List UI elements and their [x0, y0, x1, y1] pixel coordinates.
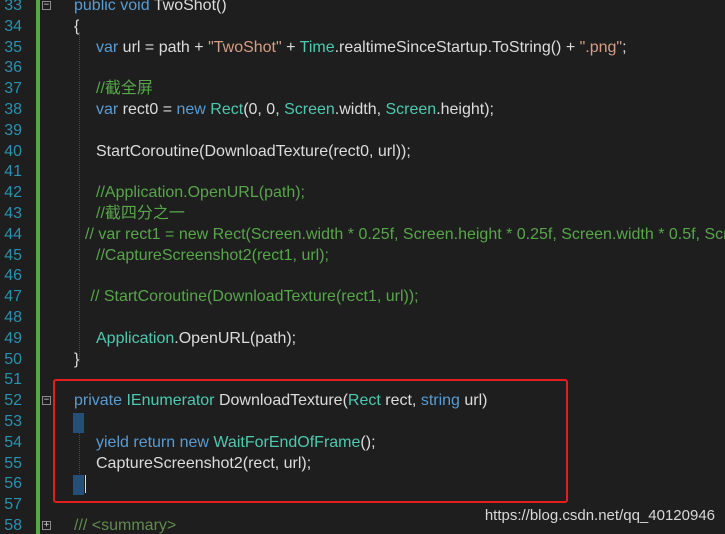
code-token: Rect [210, 101, 244, 118]
code-token: Screen [284, 101, 335, 118]
code-token: //Application.OpenURL(path); [96, 184, 305, 202]
code-text: //CaptureScreenshot2(rect1, url); [96, 246, 329, 267]
line-number: 38 [4, 101, 22, 118]
code-text: Application.OpenURL(path); [96, 329, 296, 350]
code-line[interactable]: 36 [0, 58, 725, 79]
code-token: new [176, 101, 211, 118]
code-token: rect0 = [122, 101, 177, 118]
line-number: 35 [4, 38, 22, 56]
code-token: .realtimeSinceStartup.ToString() + [334, 38, 580, 56]
line-number: 33 [4, 0, 22, 14]
line-number: 46 [4, 267, 22, 285]
code-line[interactable]: 50} [0, 350, 725, 371]
line-number: 47 [4, 288, 22, 306]
code-text: //截全屏 [96, 79, 153, 100]
code-token: "TwoShot" [208, 38, 282, 56]
code-token: /// <summary> [74, 517, 177, 534]
code-token: Screen [385, 101, 437, 118]
code-line[interactable]: 49 Application.OpenURL(path); [0, 329, 725, 350]
collapse-icon[interactable]: − [42, 396, 51, 406]
code-token: var [96, 101, 123, 118]
line-number: 40 [4, 142, 22, 160]
line-number: 44 [4, 225, 22, 243]
line-number: 43 [4, 205, 22, 222]
code-line[interactable]: 34{ [0, 17, 725, 38]
code-token: .height); [436, 101, 494, 118]
line-number: 49 [4, 329, 22, 347]
collapse-icon[interactable]: − [42, 1, 51, 10]
code-editor[interactable]: 33− public void TwoShot() 34{35 var url = p… [0, 0, 725, 534]
highlight-box [53, 379, 568, 503]
code-line[interactable]: 44 // var rect1 = new Rect(Screen.width *… [0, 225, 725, 246]
code-token: //截四分之一 [96, 205, 185, 222]
code-line[interactable]: 40 StartCoroutine(DownloadTexture(rect0, … [0, 142, 725, 163]
code-token: + [281, 38, 300, 56]
code-token: (0, 0, [243, 101, 285, 118]
code-line[interactable]: 37 //截全屏 [0, 79, 725, 100]
code-token: ".png" [579, 38, 623, 56]
code-token: void [120, 0, 154, 14]
line-number: 45 [4, 246, 22, 264]
watermark: https://blog.csdn.net/qq_40120946 [484, 507, 715, 524]
code-text: // StartCoroutine(DownloadTexture(rect1,… [91, 287, 419, 308]
line-number: 54 [4, 433, 22, 451]
code-token: StartCoroutine(DownloadTexture(rect0, ur… [96, 142, 411, 160]
line-number: 50 [4, 350, 22, 368]
code-line[interactable]: 47 // StartCoroutine(DownloadTexture(rect… [0, 287, 725, 308]
code-token: public [74, 0, 121, 14]
code-token: Time [299, 38, 335, 56]
line-number: 58 [4, 517, 22, 534]
code-line[interactable]: 38 var rect0 = new Rect(0, 0, Screen.widt… [0, 100, 725, 121]
code-token: .OpenURL(path); [174, 329, 297, 347]
code-text: /// <summary> [74, 516, 176, 534]
line-number: 36 [4, 59, 22, 77]
code-line[interactable]: 33 − public void TwoShot() [0, 0, 725, 17]
line-number: 52 [4, 392, 22, 410]
code-line[interactable]: 48 [0, 308, 725, 329]
line-number: 42 [4, 184, 22, 202]
code-text: public void TwoShot() [74, 0, 227, 17]
code-line[interactable]: 42 //Application.OpenURL(path); [0, 183, 725, 204]
line-number: 55 [4, 454, 22, 472]
code-line[interactable]: 35 var url = path + "TwoShot" + Time.real… [0, 38, 725, 59]
code-line[interactable]: 39 [0, 121, 725, 142]
code-line[interactable]: 46 [0, 266, 725, 287]
line-number: 34 [4, 17, 22, 35]
code-token: //截全屏 [96, 80, 153, 98]
code-token: ; [622, 38, 627, 56]
expand-icon[interactable]: + [42, 521, 51, 530]
code-token: // var rect1 = new Rect(Screen.width * 0… [85, 225, 725, 243]
code-token: Application [96, 329, 175, 347]
line-number: 48 [4, 309, 22, 326]
code-text: //Application.OpenURL(path); [96, 183, 305, 204]
line-number: 51 [4, 371, 22, 389]
code-token: var [96, 38, 123, 56]
code-text: StartCoroutine(DownloadTexture(rect0, ur… [96, 142, 411, 163]
line-number: 56 [4, 475, 22, 493]
code-token: // StartCoroutine(DownloadTexture(rect1,… [90, 288, 419, 306]
line-number: 39 [4, 121, 22, 139]
code-line[interactable]: 43 //截四分之一 [0, 204, 725, 225]
code-text: var url = path + "TwoShot" + Time.realti… [96, 38, 627, 59]
code-token: TwoShot() [153, 0, 227, 14]
code-line[interactable]: 41 [0, 162, 725, 183]
code-text: //截四分之一 [96, 204, 185, 225]
line-number: 41 [4, 163, 22, 181]
code-text: var rect0 = new Rect(0, 0, Screen.width,… [96, 100, 494, 121]
code-text: // var rect1 = new Rect(Screen.width * 0… [85, 225, 725, 246]
code-line[interactable]: 45 //CaptureScreenshot2(rect1, url); [0, 246, 725, 267]
line-number: 37 [4, 80, 22, 98]
line-number: 57 [4, 496, 22, 514]
indent-guide [79, 32, 80, 362]
code-token: url = path + [122, 38, 209, 56]
code-token: .width, [334, 101, 386, 118]
line-number: 53 [4, 413, 22, 430]
code-token: //CaptureScreenshot2(rect1, url); [96, 246, 329, 264]
